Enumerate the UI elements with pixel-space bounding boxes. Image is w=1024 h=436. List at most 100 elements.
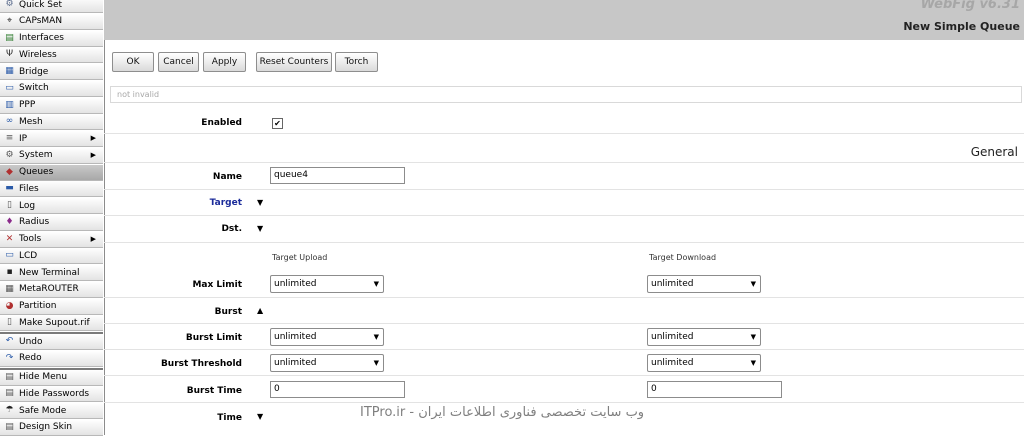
sidebar-item-label: IP bbox=[19, 133, 28, 144]
target-expand-icon[interactable]: ▼ bbox=[257, 198, 263, 207]
sidebar-item-label: Log bbox=[19, 200, 36, 211]
burst-threshold-download-select[interactable]: unlimited ▼ bbox=[647, 354, 761, 372]
sidebar-item-bridge[interactable]: ▦ Bridge bbox=[0, 64, 103, 80]
header-bar: WebFig v6.31 New Simple Queue bbox=[104, 0, 1024, 40]
burst-threshold-download-value: unlimited bbox=[651, 358, 694, 368]
sidebar-item-label: MetaROUTER bbox=[19, 284, 79, 295]
dst-label[interactable]: Dst. bbox=[102, 224, 242, 234]
sidebar-item-undo[interactable]: ↶ Undo bbox=[0, 334, 103, 350]
sidebar-item-log[interactable]: ▯ Log bbox=[0, 198, 103, 214]
lcd-icon: ▭ bbox=[5, 250, 14, 261]
quick-set-icon: ⚙ bbox=[5, 0, 14, 9]
sidebar-item-label: Mesh bbox=[19, 116, 43, 127]
sidebar-item-capsman[interactable]: ⌖ CAPsMAN bbox=[0, 13, 103, 30]
ip-icon: ≡ bbox=[5, 133, 14, 143]
sidebar-item-system[interactable]: ⚙ System ▶ bbox=[0, 147, 103, 164]
section-general-title: General bbox=[970, 145, 1018, 159]
queues-icon: ◆ bbox=[6, 166, 13, 177]
radius-icon: ♦ bbox=[5, 216, 14, 227]
burst-threshold-upload-value: unlimited bbox=[274, 358, 317, 368]
sidebar-item-label: LCD bbox=[19, 250, 38, 261]
sidebar-item-wireless[interactable]: Ψ Wireless bbox=[0, 47, 103, 64]
divider bbox=[104, 349, 1024, 350]
sidebar-item-label: Files bbox=[19, 183, 39, 194]
torch-button[interactable]: Torch bbox=[335, 52, 378, 72]
sidebar-item-label: Radius bbox=[19, 217, 50, 228]
supout-icon: ▯ bbox=[7, 317, 12, 328]
mesh-icon: ∞ bbox=[5, 116, 14, 127]
sidebar-item-ppp[interactable]: ▥ PPP bbox=[0, 97, 103, 114]
switch-icon: ▭ bbox=[5, 82, 14, 93]
page-title: New Simple Queue bbox=[903, 20, 1020, 33]
chevron-down-icon: ▼ bbox=[373, 280, 379, 288]
divider bbox=[104, 133, 1024, 134]
sidebar-item-hide-passwords[interactable]: ▤ Hide Passwords bbox=[0, 386, 103, 403]
sidebar-item-label: Bridge bbox=[19, 66, 49, 77]
terminal-icon: ▪ bbox=[6, 267, 13, 277]
burst-time-download-input[interactable]: 0 bbox=[647, 381, 782, 398]
burst-collapse-icon[interactable]: ▲ bbox=[257, 306, 263, 315]
ok-button[interactable]: OK bbox=[112, 52, 154, 72]
metarouter-icon: ▦ bbox=[5, 283, 14, 294]
sidebar-item-interfaces[interactable]: ▤ Interfaces bbox=[0, 30, 103, 47]
divider bbox=[104, 323, 1024, 324]
target-upload-header: Target Upload bbox=[272, 253, 328, 262]
sidebar-item-label: Undo bbox=[19, 336, 43, 347]
sidebar-item-quick-set[interactable]: ⚙ Quick Set bbox=[0, 0, 103, 13]
reset-counters-button[interactable]: Reset Counters bbox=[256, 52, 332, 72]
sidebar-item-lcd[interactable]: ▭ LCD bbox=[0, 248, 103, 265]
sidebar-item-files[interactable]: ▬ Files bbox=[0, 181, 103, 198]
sidebar-item-label: Queues bbox=[19, 167, 54, 177]
sidebar-item-label: Design Skin bbox=[19, 422, 73, 433]
ppp-icon: ▥ bbox=[5, 99, 14, 110]
divider bbox=[104, 215, 1024, 216]
sidebar-item-label: New Terminal bbox=[19, 267, 80, 278]
sidebar-item-new-terminal[interactable]: ▪ New Terminal bbox=[0, 265, 103, 281]
files-icon: ▬ bbox=[5, 183, 14, 194]
chevron-down-icon: ▼ bbox=[750, 359, 756, 367]
burst-limit-download-select[interactable]: unlimited ▼ bbox=[647, 328, 761, 346]
target-label[interactable]: Target bbox=[102, 198, 242, 208]
divider bbox=[104, 189, 1024, 190]
chevron-right-icon: ▶ bbox=[90, 134, 96, 142]
sidebar-item-mesh[interactable]: ∞ Mesh bbox=[0, 114, 103, 131]
sidebar-item-tools[interactable]: ✕ Tools ▶ bbox=[0, 231, 103, 248]
sidebar-item-metarouter[interactable]: ▦ MetaROUTER bbox=[0, 281, 103, 298]
burst-threshold-upload-select[interactable]: unlimited ▼ bbox=[270, 354, 384, 372]
cancel-button[interactable]: Cancel bbox=[158, 52, 199, 72]
sidebar-item-redo[interactable]: ↷ Redo bbox=[0, 350, 103, 367]
name-label: Name bbox=[212, 172, 242, 182]
name-input[interactable]: queue4 bbox=[270, 167, 405, 184]
status-message: not invalid bbox=[110, 86, 1022, 103]
time-label[interactable]: Time bbox=[102, 413, 242, 423]
sidebar-item-label: Partition bbox=[19, 301, 57, 311]
sidebar-item-queues[interactable]: ◆ Queues bbox=[0, 164, 103, 181]
apply-button[interactable]: Apply bbox=[203, 52, 246, 72]
divider bbox=[104, 375, 1024, 376]
max-limit-download-select[interactable]: unlimited ▼ bbox=[647, 275, 761, 293]
sidebar-item-make-supout-rif[interactable]: ▯ Make Supout.rif bbox=[0, 315, 103, 332]
max-limit-upload-select[interactable]: unlimited ▼ bbox=[270, 275, 384, 293]
burst-limit-upload-select[interactable]: unlimited ▼ bbox=[270, 328, 384, 346]
time-expand-icon[interactable]: ▼ bbox=[257, 412, 263, 421]
burst-time-upload-input[interactable]: 0 bbox=[270, 381, 405, 398]
dst-expand-icon[interactable]: ▼ bbox=[257, 224, 263, 233]
sidebar-item-partition[interactable]: ◕ Partition bbox=[0, 298, 103, 315]
sidebar-item-design-skin[interactable]: ▤ Design Skin bbox=[0, 419, 103, 436]
sidebar-item-label: Interfaces bbox=[19, 33, 64, 43]
undo-icon: ↶ bbox=[5, 336, 14, 346]
burst-limit-label: Burst Limit bbox=[185, 333, 242, 343]
sidebar-item-label: Make Supout.rif bbox=[19, 317, 90, 328]
interfaces-icon: ▤ bbox=[5, 32, 14, 43]
log-icon: ▯ bbox=[7, 200, 12, 210]
sidebar-item-safe-mode[interactable]: ☂ Safe Mode bbox=[0, 403, 103, 419]
sidebar-item-label: Hide Menu bbox=[19, 372, 68, 382]
sidebar-item-ip[interactable]: ≡ IP ▶ bbox=[0, 131, 103, 147]
burst-label[interactable]: Burst bbox=[102, 307, 242, 317]
enabled-checkbox[interactable]: ✔ bbox=[272, 118, 283, 129]
sidebar-item-hide-menu[interactable]: ▤ Hide Menu bbox=[0, 369, 103, 386]
sidebar-item-label: Safe Mode bbox=[19, 405, 67, 416]
sidebar-item-radius[interactable]: ♦ Radius bbox=[0, 214, 103, 231]
tools-icon: ✕ bbox=[5, 233, 14, 244]
sidebar-item-switch[interactable]: ▭ Switch bbox=[0, 80, 103, 97]
